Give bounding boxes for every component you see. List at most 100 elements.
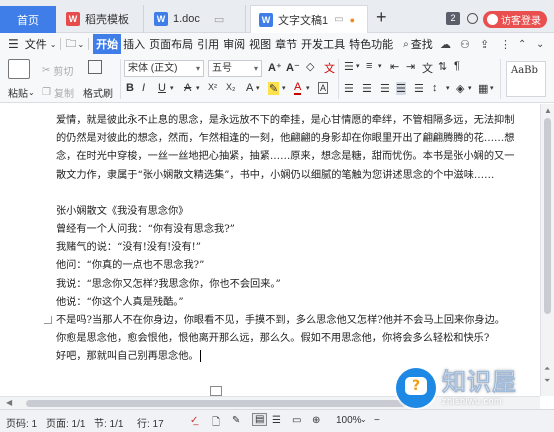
chevron-down-icon[interactable]: ▾	[490, 84, 494, 92]
collab-icon[interactable]: ⚇	[460, 38, 470, 51]
status-pages[interactable]: 页面: 1/1	[46, 415, 85, 430]
edit-mode-icon[interactable]: ✎	[232, 415, 240, 426]
open-folder-icon[interactable]: 🗀	[65, 35, 76, 54]
hamburger-icon[interactable]: ☰	[8, 37, 19, 51]
sort-icon[interactable]: ⇅	[438, 60, 447, 73]
new-tab-button[interactable]: +	[376, 7, 387, 28]
text-effect-icon[interactable]: A	[246, 82, 253, 94]
chevron-up-icon[interactable]: ⌃	[518, 39, 526, 50]
numbered-list-icon[interactable]: ≡	[366, 60, 372, 72]
paste-options-icon[interactable]	[210, 386, 222, 396]
justify-icon[interactable]: ☰	[396, 82, 406, 95]
outdent-icon[interactable]: ⇤	[390, 60, 399, 73]
document-body[interactable]: 爱情，就是彼此永不止息的思念，是永远放不下的牵挂，是心甘情愿的牵绊，不管相隔多远…	[56, 112, 516, 367]
outline-view-icon[interactable]: ☰	[272, 415, 281, 426]
paragraph[interactable]: 不是吗?当那人不在你身边，你眼看不见，手摸不到，多么思念他又怎样?他并不会马上回…	[56, 312, 516, 330]
chevron-down-icon[interactable]: ▾	[378, 62, 382, 70]
font-name-select[interactable]: 宋体 (正文) ▾	[124, 60, 204, 77]
menu-file[interactable]: 文件	[23, 36, 49, 52]
chevron-down-icon[interactable]: ▾	[356, 62, 360, 70]
window-count-badge[interactable]: 2	[446, 12, 460, 25]
shrink-font-button[interactable]: A⁻	[286, 61, 300, 74]
paragraph-empty[interactable]	[56, 185, 516, 203]
bullet-list-icon[interactable]: ☰	[344, 60, 354, 73]
page-view-icon[interactable]: ▤	[252, 413, 268, 426]
format-painter-icon[interactable]	[88, 60, 102, 74]
align-right-icon[interactable]: ☰	[380, 82, 390, 95]
paragraph[interactable]: 爱情，就是彼此永不止息的思念，是永远放不下的牵挂，是心甘情愿的牵绊，不管相隔多远…	[56, 112, 516, 185]
strikethrough-icon[interactable]: A	[184, 82, 191, 94]
borders-icon[interactable]: ▦	[478, 82, 488, 95]
align-left-icon[interactable]: ☰	[344, 82, 354, 95]
share-icon[interactable]: ⇪	[480, 38, 489, 51]
font-color-button[interactable]: A	[294, 81, 302, 95]
reading-view-icon[interactable]: ▭	[292, 415, 301, 426]
paragraph[interactable]: 你愈是思念他，愈会恨他，恨他离开那么远，那么久。假如不用思念他，你将会多么轻松和…	[56, 330, 516, 348]
subscript-button[interactable]: X₂	[226, 82, 236, 92]
status-page-number[interactable]: 页码: 1	[6, 415, 37, 430]
status-row[interactable]: 行: 17	[137, 415, 164, 430]
paste-icon[interactable]	[8, 59, 30, 79]
chevron-down-icon[interactable]: ⌄	[360, 415, 367, 424]
cloud-icon[interactable]: ☁	[440, 38, 451, 51]
bold-button[interactable]: B	[126, 82, 134, 94]
paragraph[interactable]: 张小娴散文《我没有思念你》	[56, 203, 516, 221]
indent-icon[interactable]: ⇥	[406, 60, 415, 73]
tab-active-doc[interactable]: W 文字文稿1 ▭ ●	[250, 5, 368, 33]
more-options-icon[interactable]: ⌄	[536, 39, 544, 50]
menu-review[interactable]: 审阅	[221, 36, 247, 52]
document-canvas[interactable]: 爱情，就是彼此永不止息的思念，是永远放不下的牵挂，是心甘情愿的牵绊，不管相隔多远…	[0, 104, 540, 396]
font-size-select[interactable]: 五号 ▾	[208, 60, 262, 77]
zoom-value[interactable]: 100%	[336, 415, 362, 426]
zoom-out-icon[interactable]: −	[374, 415, 380, 426]
format-painter-button[interactable]: 格式刷	[83, 85, 113, 100]
paragraph[interactable]: 我赌气的说：“没有!没有!没有!”	[56, 239, 516, 257]
paragraph[interactable]: 我说：“思念你又怎样?我思念你，你也不会回来。”	[56, 276, 516, 294]
vertical-scrollbar[interactable]: ▲ ⏶ ⏷	[540, 104, 554, 396]
italic-button[interactable]: I	[142, 82, 145, 94]
paragraph[interactable]: 他说：“你这个人真是残酷。”	[56, 294, 516, 312]
status-section[interactable]: 节: 1/1	[94, 415, 123, 430]
web-view-icon[interactable]: ⊕	[312, 415, 320, 426]
tab-home[interactable]: 首页	[0, 6, 56, 33]
style-gallery[interactable]: AaBb	[506, 61, 546, 97]
char-border-icon[interactable]: A	[318, 82, 329, 94]
chevron-down-icon[interactable]: ▾	[468, 84, 472, 92]
chevron-down-icon[interactable]: ▾	[196, 84, 200, 92]
tab-template[interactable]: W 稻壳模板	[58, 5, 144, 33]
highlight-icon[interactable]: ✎	[268, 82, 280, 95]
show-marks-icon[interactable]: ¶	[454, 60, 460, 72]
doc-protect-icon[interactable]: 🗋	[212, 415, 220, 432]
skin-icon[interactable]	[467, 13, 478, 24]
distributed-icon[interactable]: ☰	[414, 82, 424, 95]
chevron-down-icon[interactable]: ▾	[256, 84, 260, 92]
visitor-login-button[interactable]: 访客登录	[483, 11, 547, 28]
tab-doc1[interactable]: W 1.doc ▭	[146, 5, 246, 33]
paragraph[interactable]: 他问：“你真的一点也不思念我?”	[56, 257, 516, 275]
scroll-left-icon[interactable]: ◀	[6, 398, 12, 407]
scrollbar-thumb[interactable]	[544, 118, 551, 314]
spellcheck-icon[interactable]: ✓̲	[190, 415, 198, 426]
chevron-down-icon[interactable]: ▾	[446, 84, 450, 92]
paste-button[interactable]: 粘贴 ⌄	[8, 85, 35, 100]
menu-features[interactable]: 特色功能	[347, 36, 395, 52]
chevron-down-icon[interactable]: ▾	[306, 84, 310, 92]
h-scrollbar-thumb[interactable]	[26, 400, 406, 407]
chevron-down-icon[interactable]: ▾	[170, 84, 174, 92]
superscript-button[interactable]: X²	[208, 82, 217, 92]
menu-references[interactable]: 引用	[195, 36, 221, 52]
line-spacing-icon[interactable]: ↕	[432, 82, 438, 94]
menu-developer[interactable]: 开发工具	[299, 36, 347, 52]
copy-button[interactable]: ❐ 复制	[42, 85, 74, 100]
menu-insert[interactable]: 插入	[121, 36, 147, 52]
scroll-up-icon[interactable]: ▲	[544, 106, 552, 115]
menu-search[interactable]: 查找	[409, 36, 435, 52]
shading-icon[interactable]: ◈	[456, 82, 464, 95]
cut-button[interactable]: ✂ 剪切	[42, 63, 73, 78]
underline-button[interactable]: U	[158, 82, 166, 94]
paragraph[interactable]: 曾经有一个人问我：“你有没有思念我?”	[56, 221, 516, 239]
align-center-icon[interactable]: ☰	[362, 82, 372, 95]
chevron-down-icon[interactable]: ▾	[282, 84, 286, 92]
pinyin-icon[interactable]: 文	[324, 60, 335, 76]
clear-format-icon[interactable]: ◇	[306, 60, 314, 73]
